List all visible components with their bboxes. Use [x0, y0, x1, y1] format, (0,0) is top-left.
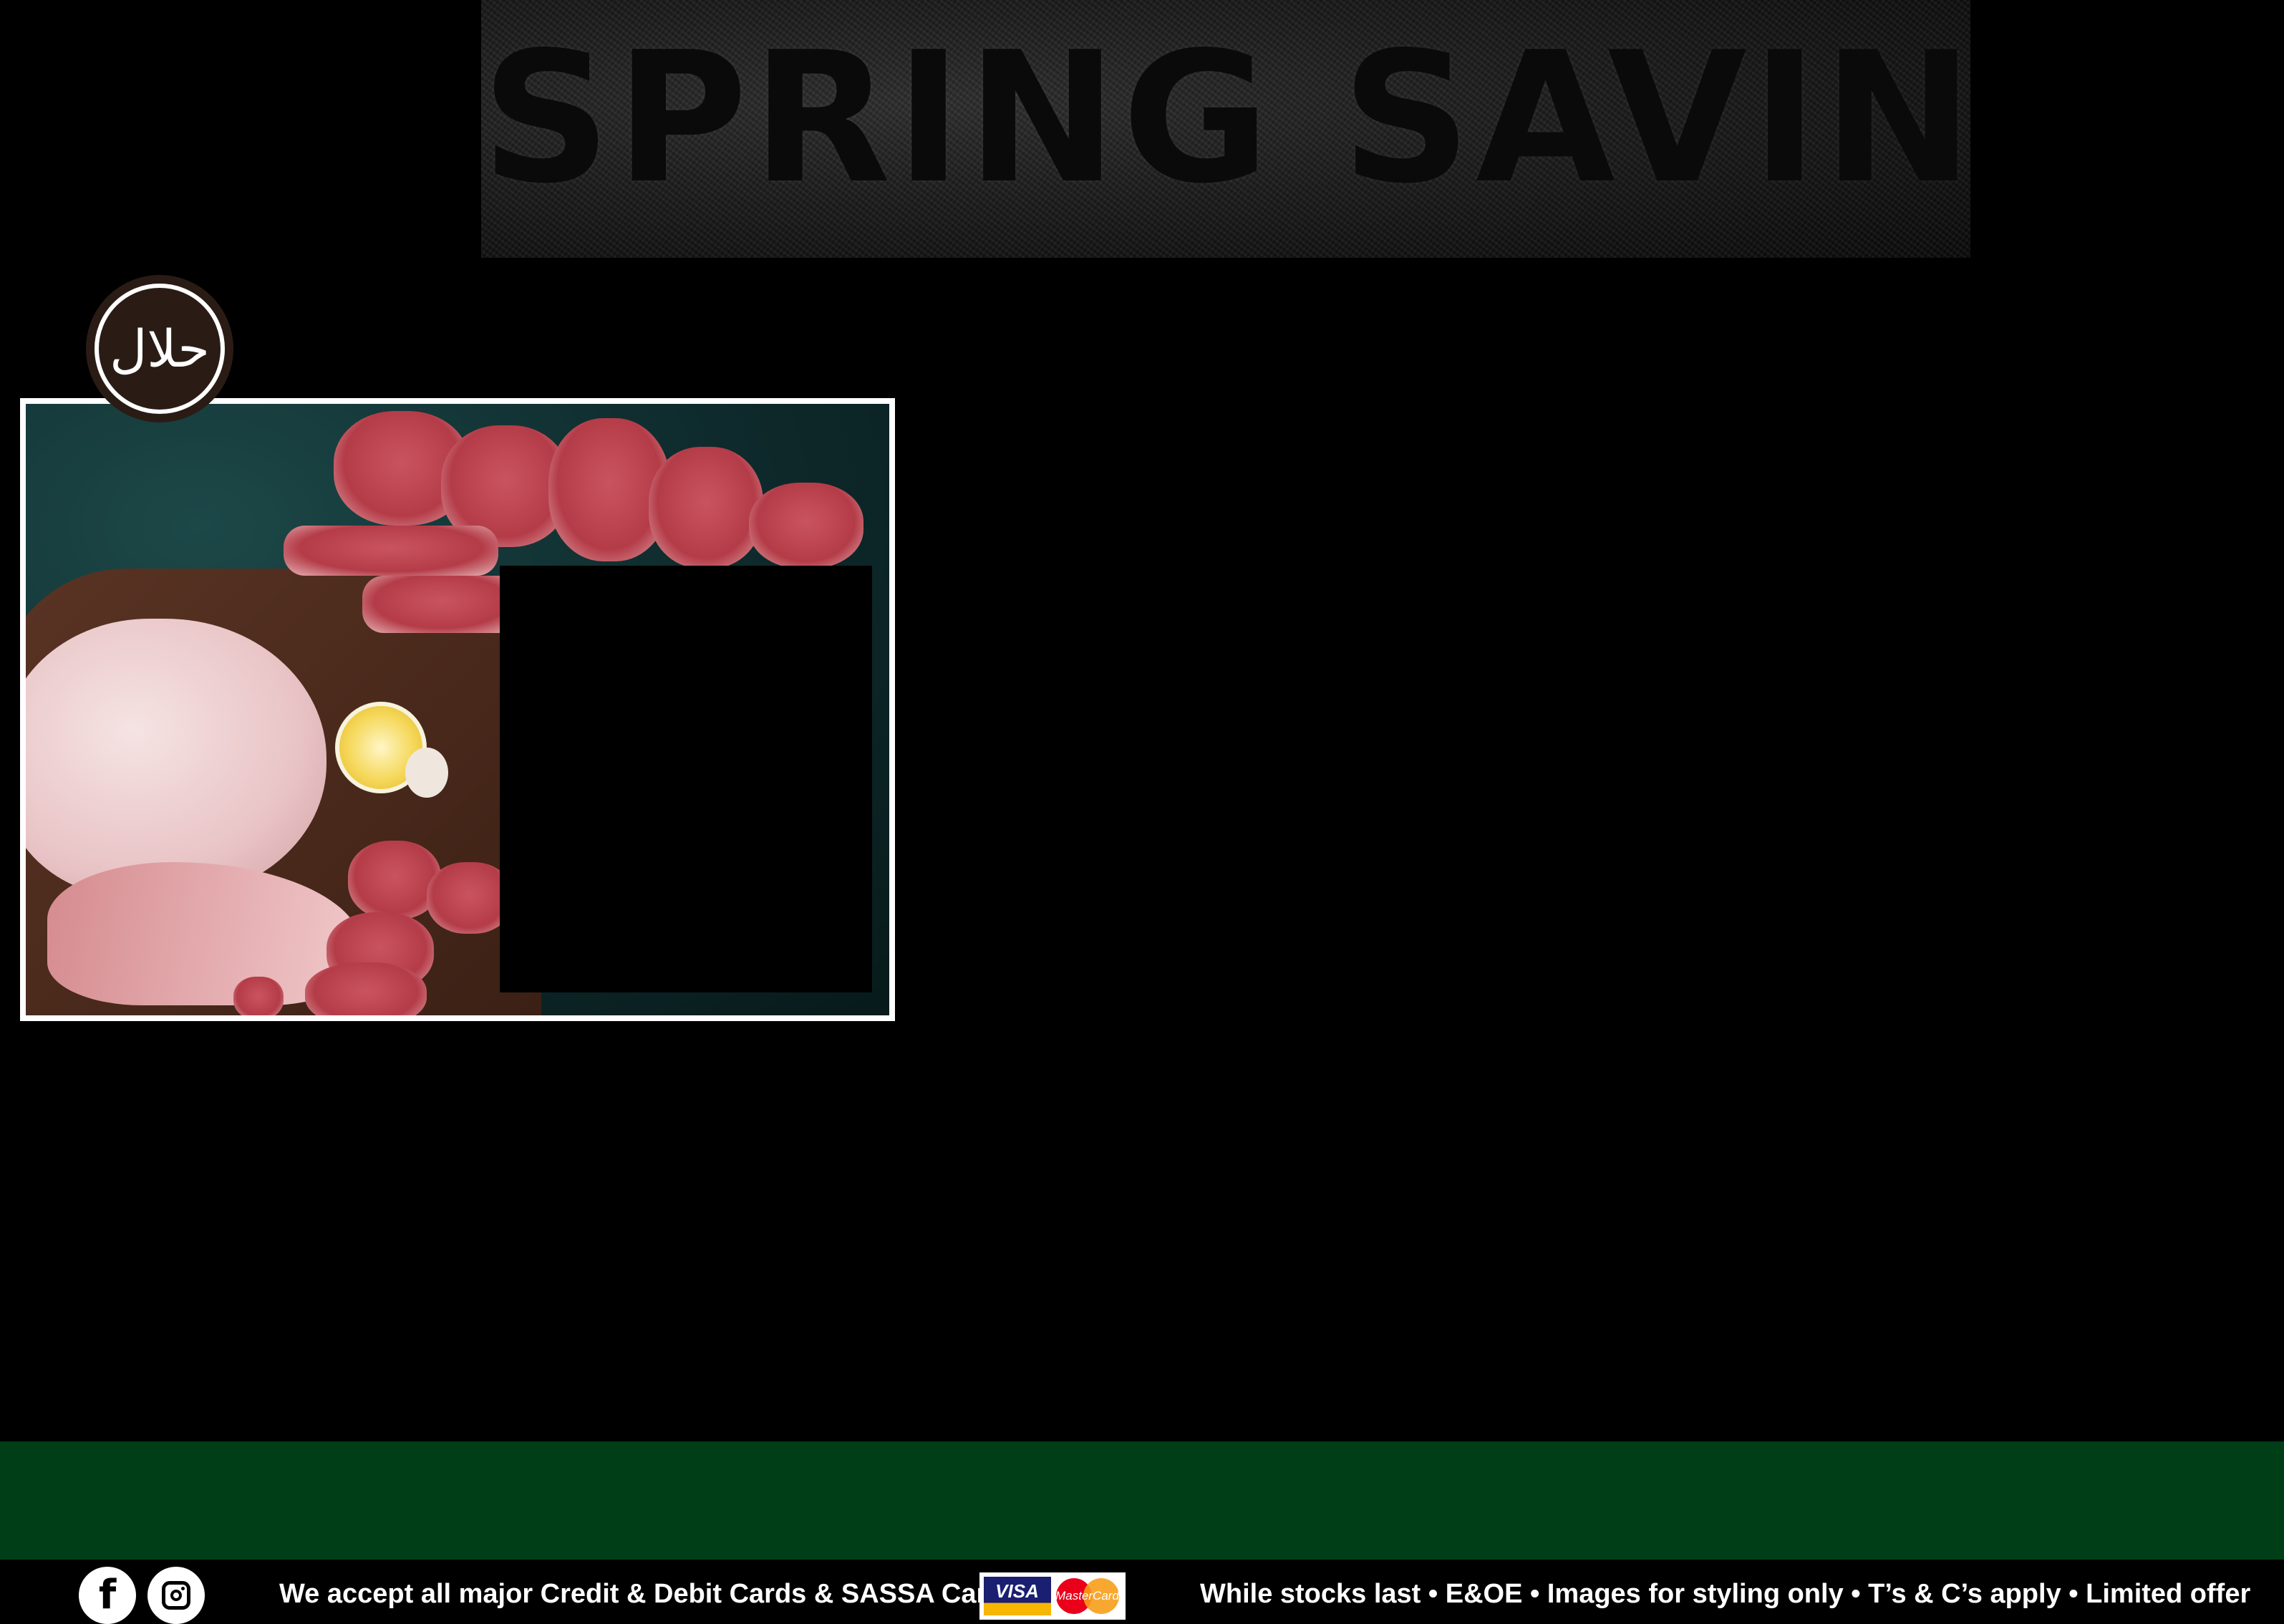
lamb-leg — [26, 619, 326, 898]
payment-text: We accept all major Credit & Debit Cards… — [279, 1579, 1019, 1609]
disclaimer-text: While stocks last • E&OE • Images for st… — [1200, 1579, 2251, 1609]
instagram-icon[interactable] — [147, 1567, 205, 1624]
instagram-glyph — [162, 1581, 190, 1610]
garlic-clove — [405, 748, 448, 798]
facebook-icon[interactable]: f — [79, 1567, 136, 1624]
lamb-ribs — [362, 576, 520, 633]
lamb-chop — [749, 483, 863, 569]
facebook-glyph: f — [98, 1572, 117, 1618]
footer-band — [0, 1441, 2284, 1560]
halal-badge: حلال — [86, 275, 233, 422]
card-logos: VISA MasterCard — [979, 1572, 1126, 1620]
halal-badge-text: حلال — [110, 319, 210, 379]
product-photo — [20, 398, 895, 1021]
lamb-cube — [233, 977, 284, 1015]
banner-title: SPRING SAVINGS — [481, 14, 1970, 223]
lamb-ribs — [284, 526, 498, 576]
mastercard-logo: MasterCard — [1053, 1577, 1122, 1615]
lamb-chop — [649, 447, 763, 569]
visa-logo: VISA — [983, 1577, 1051, 1615]
banner: SPRING SAVINGS — [481, 0, 1970, 258]
mastercard-label: MasterCard — [1055, 1589, 1119, 1603]
lamb-cube — [305, 962, 427, 1015]
blacked-out-area — [500, 566, 872, 992]
